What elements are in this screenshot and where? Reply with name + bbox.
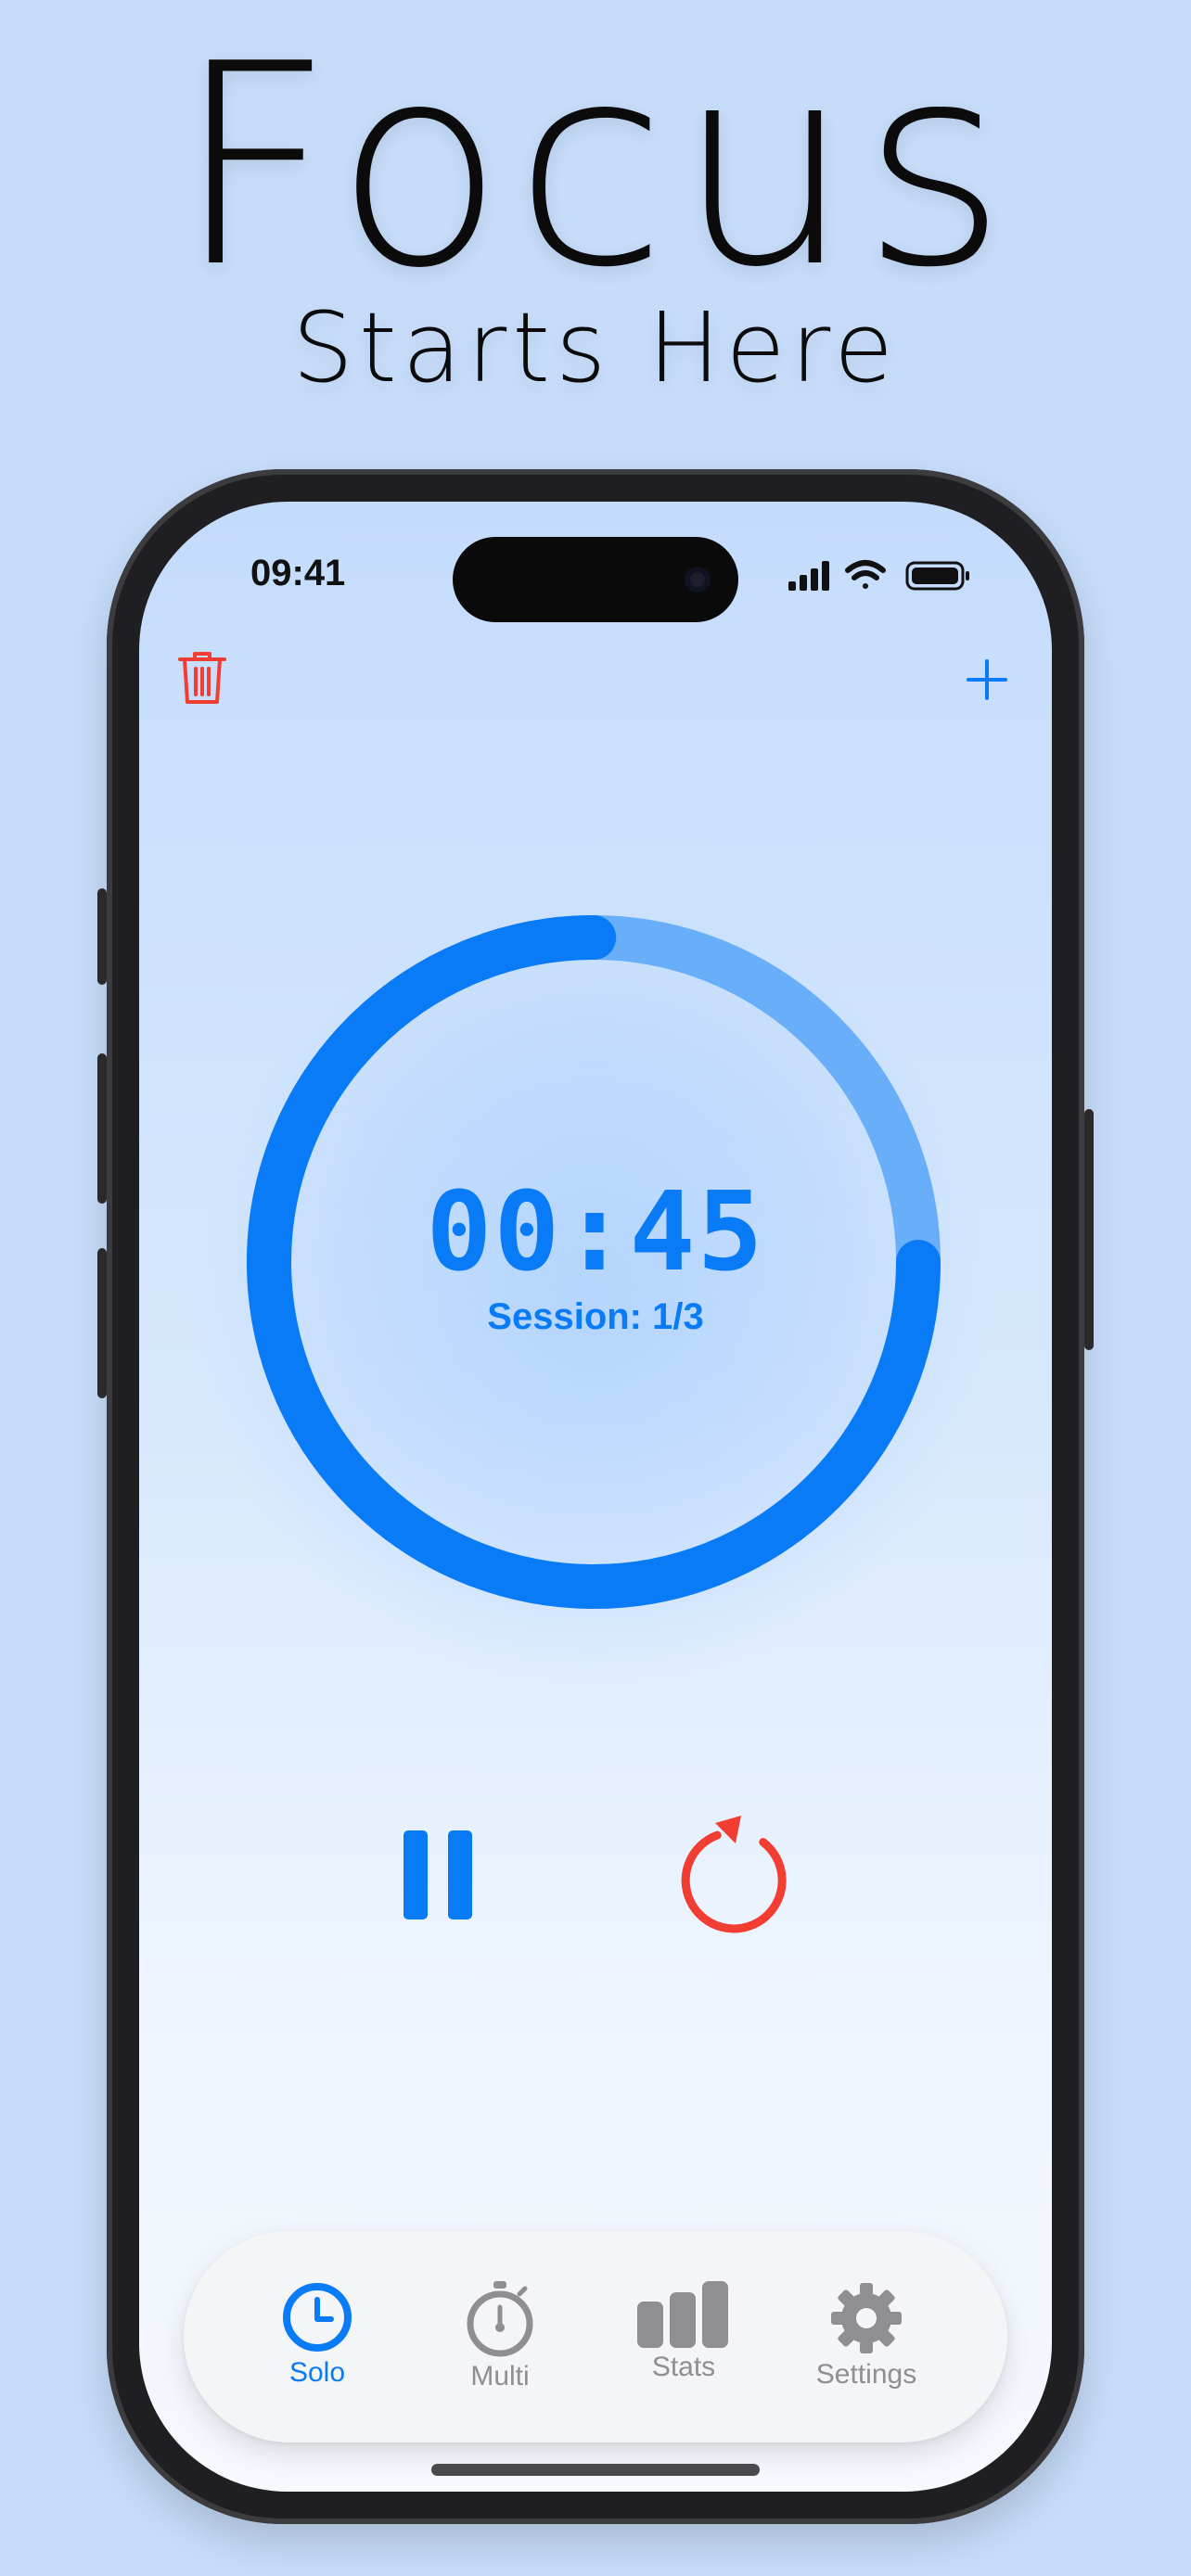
volume-down-button [97, 1248, 107, 1398]
trash-icon[interactable] [176, 648, 228, 708]
status-time: 09:41 [250, 553, 346, 593]
plus-icon[interactable] [965, 657, 1009, 702]
tab-settings[interactable]: Settings [774, 2281, 959, 2391]
reset-icon[interactable] [674, 1816, 793, 1936]
tab-label-solo: Solo [288, 2357, 346, 2388]
clock-icon [283, 2283, 352, 2352]
action-button [97, 888, 107, 985]
gear-icon [831, 2283, 902, 2353]
volume-up-button [97, 1053, 107, 1204]
tab-bar: Solo Multi Stats Settings [184, 2231, 1007, 2442]
dynamic-island [453, 537, 738, 622]
timer-display: 00:45 [426, 1167, 765, 1295]
home-indicator [431, 2464, 760, 2476]
bar-chart-icon [637, 2281, 728, 2348]
session-counter: Session: 1/3 [487, 1296, 704, 1337]
headline-title: Focus [174, 5, 1017, 328]
marketing-headline: Focus Starts Here [0, 5, 1191, 400]
signal-icon [788, 561, 829, 591]
app-screen: 09:41 00:45 Session: 1/3 Solo Multi Stat… [139, 502, 1052, 2492]
phone-frame: 09:41 00:45 Session: 1/3 Solo Multi Stat… [97, 469, 1094, 2524]
tab-multi[interactable]: Multi [407, 2281, 593, 2392]
tab-stats[interactable]: Stats [591, 2281, 776, 2383]
tab-label-stats: Stats [651, 2352, 716, 2382]
stopwatch-icon [467, 2281, 533, 2357]
tab-solo[interactable]: Solo [224, 2281, 410, 2389]
status-icons [788, 560, 969, 591]
wifi-icon [845, 560, 886, 589]
battery-icon [905, 561, 969, 591]
pause-icon[interactable] [403, 1830, 472, 1919]
tab-label-multi: Multi [470, 2361, 530, 2391]
power-button [1084, 1109, 1094, 1350]
tab-label-settings: Settings [815, 2359, 917, 2390]
